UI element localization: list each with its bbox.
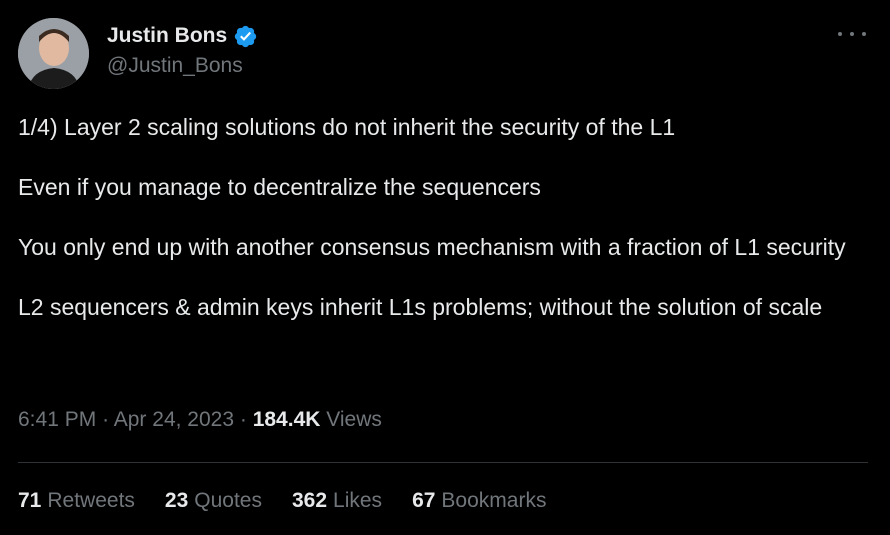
- tweet-date[interactable]: Apr 24, 2023: [114, 408, 234, 431]
- quotes-label: Quotes: [194, 489, 262, 512]
- verified-badge-icon[interactable]: [233, 24, 258, 49]
- avatar[interactable]: [18, 18, 89, 89]
- bookmarks-label: Bookmarks: [441, 489, 547, 512]
- avatar-image: [18, 18, 89, 89]
- tweet-time[interactable]: 6:41 PM: [18, 408, 96, 431]
- retweets-label: Retweets: [47, 489, 135, 512]
- tweet-paragraph: 1/4) Layer 2 scaling solutions do not in…: [18, 114, 676, 140]
- views-label: Views: [326, 408, 382, 431]
- likes-stat[interactable]: 362 Likes: [292, 489, 382, 513]
- bookmarks-count: 67: [412, 489, 436, 512]
- likes-count: 362: [291, 489, 328, 512]
- display-name[interactable]: Justin Bons: [107, 24, 227, 48]
- meta-separator: ·: [102, 408, 110, 431]
- quotes-stat[interactable]: 23 Quotes: [165, 489, 262, 513]
- retweets-stat[interactable]: 71 Retweets: [18, 489, 135, 513]
- tweet-paragraph: You only end up with another consensus m…: [18, 234, 846, 260]
- author-info: Justin Bons @Justin_Bons: [107, 22, 258, 78]
- views-count: 184.4K: [252, 408, 321, 431]
- tweet-paragraph: Even if you manage to decentralize the s…: [18, 174, 541, 200]
- engagement-stats: 71 Retweets 23 Quotes 362 Likes 67 Bookmarks: [18, 489, 576, 513]
- tweet-paragraph: L2 sequencers & admin keys inherit L1s p…: [18, 294, 823, 320]
- user-handle[interactable]: @Justin_Bons: [107, 54, 258, 78]
- tweet-header: Justin Bons @Justin_Bons: [18, 18, 872, 92]
- quotes-count: 23: [164, 489, 189, 512]
- divider: [18, 462, 868, 463]
- tweet-text: 1/4) Layer 2 scaling solutions do not in…: [18, 112, 876, 322]
- meta-separator: ·: [239, 408, 247, 431]
- bookmarks-stat[interactable]: 67 Bookmarks: [412, 489, 546, 513]
- likes-label: Likes: [333, 489, 383, 512]
- retweets-count: 71: [18, 489, 42, 512]
- more-horizontal-icon[interactable]: [838, 22, 866, 46]
- tweet-meta: 6:41 PM · Apr 24, 2023 · 184.4K Views: [18, 408, 382, 432]
